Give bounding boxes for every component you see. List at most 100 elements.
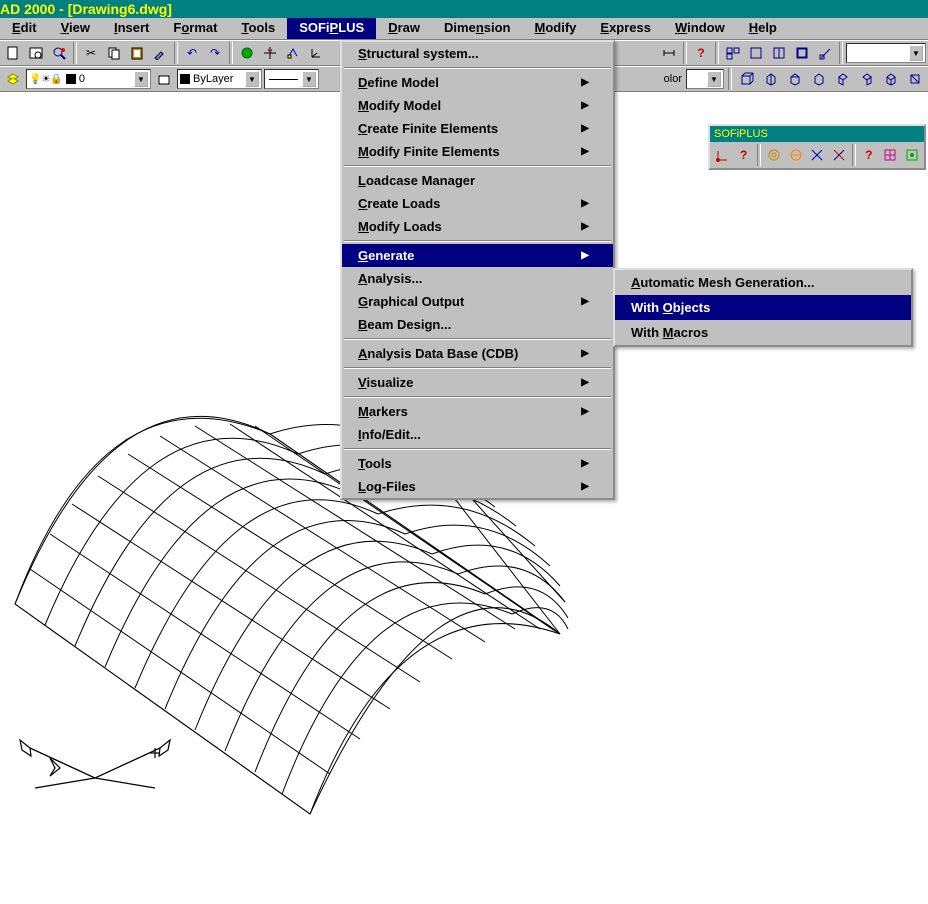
menu-item-structural-system-[interactable]: Structural system... xyxy=(342,42,613,65)
toolbar-copy-icon[interactable] xyxy=(103,42,125,64)
toolbar-zoom-icon[interactable] xyxy=(48,42,70,64)
toolbar-snap-icon[interactable] xyxy=(282,42,304,64)
menu-item-create-finite-elements[interactable]: Create Finite Elements▶ xyxy=(342,117,613,140)
line-sample[interactable]: ▼ xyxy=(264,69,319,89)
menu-insert[interactable]: Insert xyxy=(102,18,161,39)
sofiplus-float-toolbar[interactable]: SOFiPLUS ? ? xyxy=(708,124,926,170)
toolbar-redo-icon[interactable]: ↷ xyxy=(204,42,226,64)
title-bar: AD 2000 - [Drawing6.dwg] xyxy=(0,0,928,18)
ft-grid1-icon[interactable] xyxy=(880,144,900,166)
menu-dimension[interactable]: Dimension xyxy=(432,18,522,39)
ft-help-icon[interactable]: ? xyxy=(733,144,753,166)
menu-separator xyxy=(344,396,611,398)
menu-item-tools[interactable]: Tools▶ xyxy=(342,452,613,475)
toolbar-vp3-icon[interactable] xyxy=(791,42,813,64)
menu-edit[interactable]: Edit xyxy=(0,18,49,39)
menu-item-generate[interactable]: Generate▶ xyxy=(342,244,613,267)
menu-item-modify-finite-elements[interactable]: Modify Finite Elements▶ xyxy=(342,140,613,163)
menu-item-markers[interactable]: Markers▶ xyxy=(342,400,613,423)
submenu-arrow-icon: ▶ xyxy=(581,221,589,232)
ft-grid2-icon[interactable] xyxy=(902,144,922,166)
linetype-combo-value: ByLayer xyxy=(193,73,243,85)
menu-tools[interactable]: Tools xyxy=(229,18,287,39)
view-cube3-icon[interactable] xyxy=(784,68,806,90)
chevron-down-icon[interactable]: ▼ xyxy=(707,71,721,87)
menu-item-log-files[interactable]: Log-Files▶ xyxy=(342,475,613,498)
ft-cross2-icon[interactable] xyxy=(828,144,848,166)
toolbar-vp4-icon[interactable] xyxy=(814,42,836,64)
menu-draw[interactable]: Draw xyxy=(376,18,432,39)
submenu-arrow-icon: ▶ xyxy=(581,406,589,417)
menu-express[interactable]: Express xyxy=(588,18,663,39)
menu-item-analysis-data-base-cdb-[interactable]: Analysis Data Base (CDB)▶ xyxy=(342,342,613,365)
submenu-arrow-icon: ▶ xyxy=(581,77,589,88)
toolbar-hyperlink-icon[interactable] xyxy=(236,42,258,64)
layer-combo[interactable]: 💡☀🔒 0 ▼ xyxy=(26,69,151,89)
submenu-arrow-icon: ▶ xyxy=(581,100,589,111)
chevron-down-icon[interactable]: ▼ xyxy=(302,71,316,87)
submenu-arrow-icon: ▶ xyxy=(581,458,589,469)
linetype-combo[interactable]: ByLayer ▼ xyxy=(177,69,262,89)
view-cube8-icon[interactable] xyxy=(904,68,926,90)
view-cube1-icon[interactable] xyxy=(736,68,758,90)
toolbar-preview-icon[interactable] xyxy=(25,42,47,64)
chevron-down-icon[interactable]: ▼ xyxy=(909,45,923,61)
menu-item-modify-model[interactable]: Modify Model▶ xyxy=(342,94,613,117)
toolbar-tracking-icon[interactable] xyxy=(259,42,281,64)
separator xyxy=(683,42,687,64)
menu-item-info-edit-[interactable]: Info/Edit... xyxy=(342,423,613,446)
submenu-item-with-macros[interactable]: With Macros xyxy=(615,320,911,345)
separator xyxy=(728,68,732,90)
separator xyxy=(715,42,719,64)
toolbar-vp2-icon[interactable] xyxy=(768,42,790,64)
menu-item-modify-loads[interactable]: Modify Loads▶ xyxy=(342,215,613,238)
menu-item-beam-design-[interactable]: Beam Design... xyxy=(342,313,613,336)
color-combo[interactable]: ▼ xyxy=(686,69,724,89)
chevron-down-icon[interactable]: ▼ xyxy=(134,71,148,87)
submenu-arrow-icon: ▶ xyxy=(581,198,589,209)
toolbar-combo[interactable]: ▼ xyxy=(846,43,926,63)
menu-window[interactable]: Window xyxy=(663,18,737,39)
menu-item-create-loads[interactable]: Create Loads▶ xyxy=(342,192,613,215)
menu-format[interactable]: Format xyxy=(161,18,229,39)
toolbar-help-icon[interactable]: ? xyxy=(690,42,712,64)
ft-help2-icon[interactable]: ? xyxy=(859,144,879,166)
layer-prev-icon[interactable] xyxy=(153,68,175,90)
submenu-arrow-icon: ▶ xyxy=(581,348,589,359)
toolbar-ucs-icon[interactable] xyxy=(305,42,327,64)
view-cube5-icon[interactable] xyxy=(832,68,854,90)
view-cube4-icon[interactable] xyxy=(808,68,830,90)
ft-mesh1-icon[interactable] xyxy=(764,144,784,166)
toolbar-distance-icon[interactable] xyxy=(658,42,680,64)
toolbar-cut-icon[interactable]: ✂ xyxy=(80,42,102,64)
view-cube2-icon[interactable] xyxy=(760,68,782,90)
view-cube7-icon[interactable] xyxy=(880,68,902,90)
menu-sofiplus[interactable]: SOFiPLUS xyxy=(287,18,376,39)
menu-modify[interactable]: Modify xyxy=(523,18,589,39)
chevron-down-icon[interactable]: ▼ xyxy=(245,71,259,87)
toolbar-paste-icon[interactable] xyxy=(126,42,148,64)
title-text: AD 2000 - [Drawing6.dwg] xyxy=(0,1,172,17)
toolbar-page-icon[interactable] xyxy=(2,42,24,64)
menu-view[interactable]: View xyxy=(49,18,102,39)
ft-cross1-icon[interactable] xyxy=(807,144,827,166)
menu-separator xyxy=(344,448,611,450)
separator xyxy=(839,42,843,64)
submenu-item-with-objects[interactable]: With Objects xyxy=(615,295,911,320)
toolbar-undo-icon[interactable]: ↶ xyxy=(181,42,203,64)
menu-item-visualize[interactable]: Visualize▶ xyxy=(342,371,613,394)
separator xyxy=(852,144,856,166)
layer-manager-icon[interactable] xyxy=(2,68,24,90)
view-cube6-icon[interactable] xyxy=(856,68,878,90)
menu-item-define-model[interactable]: Define Model▶ xyxy=(342,71,613,94)
toolbar-layout-icon[interactable] xyxy=(722,42,744,64)
toolbar-matchprop-icon[interactable] xyxy=(149,42,171,64)
menu-item-loadcase-manager[interactable]: Loadcase Manager xyxy=(342,169,613,192)
menu-item-analysis-[interactable]: Analysis... xyxy=(342,267,613,290)
ft-mesh2-icon[interactable] xyxy=(785,144,805,166)
submenu-item-automatic-mesh-generation-[interactable]: Automatic Mesh Generation... xyxy=(615,270,911,295)
menu-item-graphical-output[interactable]: Graphical Output▶ xyxy=(342,290,613,313)
ft-system-icon[interactable] xyxy=(712,144,732,166)
menu-help[interactable]: Help xyxy=(737,18,789,39)
toolbar-vp1-icon[interactable] xyxy=(745,42,767,64)
